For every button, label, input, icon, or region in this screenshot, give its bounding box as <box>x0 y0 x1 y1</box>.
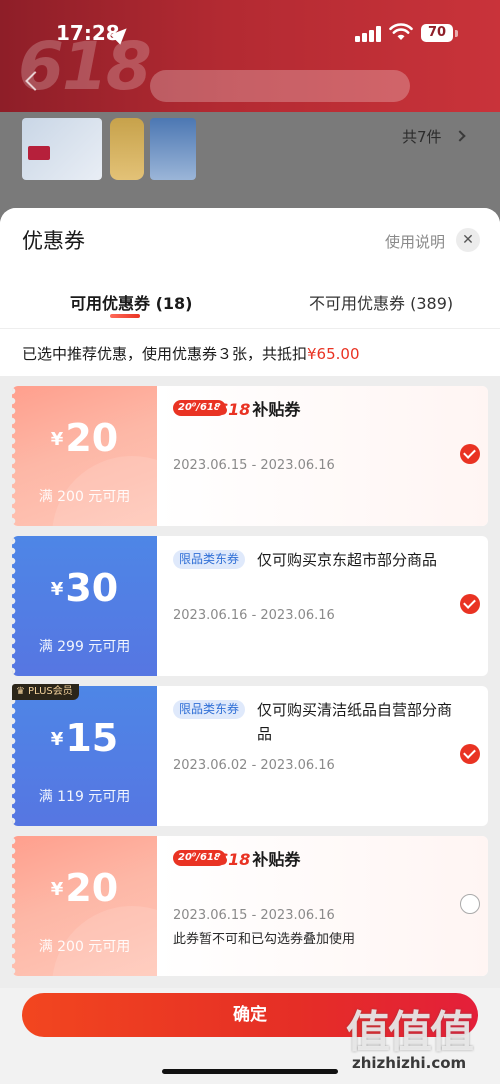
check-icon[interactable] <box>460 444 480 464</box>
coupon-validity: 2023.06.16 - 2023.06.16 <box>173 608 335 623</box>
coupon-validity: 2023.06.02 - 2023.06.16 <box>173 758 335 773</box>
coupon-list[interactable]: ¥20 满 200 元可用 20⁰/618 618 补贴券 2023.06.15 … <box>0 376 500 988</box>
coupon-info: 限品类东券 仅可购买清洁纸品自营部分商品 2023.06.02 - 2023.0… <box>157 686 488 826</box>
blurred-title <box>150 70 410 102</box>
close-icon[interactable]: ✕ <box>456 228 480 252</box>
coupon-title: 618 补贴券 <box>217 850 301 869</box>
coupon-condition: 满 299 元可用 <box>38 639 131 655</box>
category-tag: 限品类东券 <box>173 700 246 719</box>
coupon-validity: 2023.06.15 - 2023.06.16 <box>173 908 335 923</box>
coupon-info: 限品类东券 仅可购买京东超市部分商品 2023.06.16 - 2023.06.… <box>157 536 488 676</box>
coupon-value: ¥30 <box>50 566 119 610</box>
coupon-value: ¥20 <box>50 416 119 460</box>
product-thumbnail <box>150 118 196 180</box>
item-count[interactable]: 共7件 <box>402 126 442 147</box>
wifi-icon <box>389 23 413 40</box>
usage-instructions-link[interactable]: 使用说明 <box>385 231 445 252</box>
coupon-sheet: 优惠券 使用说明 ✕ 可用优惠券 (18) 不可用优惠券 (389) 已选中推荐… <box>0 208 500 1084</box>
sheet-header: 优惠券 使用说明 ✕ 可用优惠券 (18) 不可用优惠券 (389) <box>0 208 500 328</box>
discount-summary: 已选中推荐优惠，使用优惠券３张，共抵扣¥65.00 <box>0 328 500 378</box>
coupon-description: 仅可购买清洁纸品自营部分商品 <box>257 701 453 743</box>
home-indicator <box>162 1069 338 1074</box>
coupon-value-panel: ¥30 满 299 元可用 <box>12 536 157 676</box>
coupon-value-panel: ¥20 满 200 元可用 <box>12 386 212 526</box>
watermark-logo: 值值值 <box>346 1007 474 1058</box>
coupon-card[interactable]: ¥20 满 200 元可用 20⁰/618 618 补贴券 2023.06.15 … <box>12 386 488 526</box>
category-tag: 限品类东券 <box>173 550 246 569</box>
crown-icon: ♛ <box>16 686 25 697</box>
coupon-value-panel: ¥20 满 200 元可用 <box>12 836 212 976</box>
status-bar: 17:28 70 <box>0 0 500 60</box>
sheet-title: 优惠券 <box>22 229 85 253</box>
tab-available-coupons[interactable]: 可用优惠券 (18) <box>70 290 192 314</box>
coupon-condition: 满 200 元可用 <box>38 939 131 955</box>
unchecked-radio[interactable] <box>460 894 480 914</box>
plus-member-badge: ♛ PLUS会员 <box>12 684 79 700</box>
coupon-stacking-note: 此券暂不可和已勾选券叠加使用 <box>173 932 356 947</box>
coupon-validity: 2023.06.15 - 2023.06.16 <box>173 458 335 473</box>
battery-icon: 70 <box>421 24 453 42</box>
coupon-card[interactable]: ¥20 满 200 元可用 20⁰/618 618 补贴券 2023.06.15 … <box>12 836 488 976</box>
coupon-value: ¥20 <box>50 866 119 910</box>
active-tab-indicator <box>110 314 140 318</box>
product-thumbnail <box>22 118 102 180</box>
coupon-info: 20⁰/618 618 补贴券 2023.06.15 - 2023.06.16 此… <box>157 836 488 976</box>
product-thumbnail <box>110 118 144 180</box>
coupon-card[interactable]: ¥30 满 299 元可用 限品类东券 仅可购买京东超市部分商品 2023.06… <box>12 536 488 676</box>
coupon-description: 仅可购买京东超市部分商品 <box>257 551 438 569</box>
coupon-condition: 满 200 元可用 <box>38 489 131 505</box>
coupon-value-panel: ¥15 满 119 元可用 <box>12 686 157 826</box>
summary-amount: ¥65.00 <box>307 345 360 363</box>
coupon-value: ¥15 <box>50 716 119 760</box>
coupon-card[interactable]: ¥15 满 119 元可用 限品类东券 仅可购买清洁纸品自营部分商品 2023.… <box>12 686 488 826</box>
summary-text: 已选中推荐优惠，使用优惠券３张，共抵扣 <box>22 345 308 363</box>
battery-tip <box>455 30 458 37</box>
signal-icon <box>355 26 381 42</box>
coupon-title: 618 补贴券 <box>217 400 301 419</box>
watermark: 值值值 zhizhizhi.com <box>346 996 496 1080</box>
check-icon[interactable] <box>460 744 480 764</box>
tab-unavailable-coupons[interactable]: 不可用优惠券 (389) <box>309 290 453 314</box>
watermark-text: zhizhizhi.com <box>352 1054 467 1072</box>
coupon-info: 20⁰/618 618 补贴券 2023.06.15 - 2023.06.16 <box>157 386 488 526</box>
coupon-condition: 满 119 元可用 <box>38 789 131 805</box>
check-icon[interactable] <box>460 594 480 614</box>
